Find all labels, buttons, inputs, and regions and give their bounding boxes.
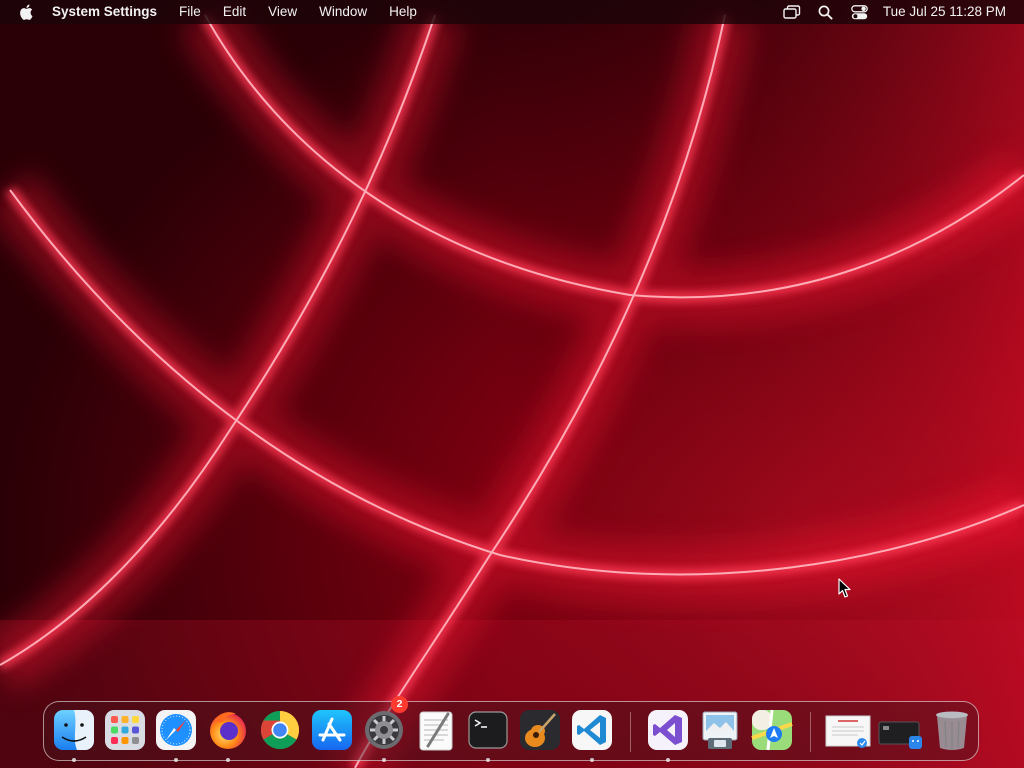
- document-stack-icon: [825, 715, 871, 748]
- menu-view[interactable]: View: [257, 0, 308, 24]
- menu-edit[interactable]: Edit: [212, 0, 257, 24]
- dock-stack-applications[interactable]: [877, 708, 925, 752]
- mouse-cursor-icon: [838, 578, 851, 598]
- control-center-icon[interactable]: [843, 0, 877, 24]
- dock-app-textedit[interactable]: [414, 708, 458, 752]
- dock-app-vscode[interactable]: [570, 708, 614, 762]
- dock: 2: [43, 696, 979, 762]
- dock-app-visual-studio[interactable]: [646, 708, 690, 762]
- menu-window[interactable]: Window: [308, 0, 378, 24]
- dock-app-maps[interactable]: [750, 708, 794, 752]
- dock-app-terminal[interactable]: [466, 708, 510, 762]
- dock-app-system-settings[interactable]: 2: [362, 696, 408, 762]
- menu-bar: System Settings File Edit View Window He…: [0, 0, 1024, 24]
- screen-mirroring-icon[interactable]: [775, 0, 809, 24]
- app-menu-system-settings[interactable]: System Settings: [52, 0, 168, 24]
- dock-app-trash[interactable]: [930, 708, 974, 752]
- safari-icon: [156, 710, 196, 750]
- dock-app-firefox[interactable]: [206, 708, 250, 762]
- dock-app-garageband[interactable]: [518, 708, 562, 752]
- menu-help[interactable]: Help: [378, 0, 428, 24]
- menu-bar-clock[interactable]: Tue Jul 25 11:28 PM: [877, 0, 1024, 24]
- firefox-icon: [210, 712, 246, 749]
- terminal-icon: [468, 711, 508, 749]
- dock-app-preview[interactable]: [698, 708, 742, 752]
- maps-icon: [751, 709, 793, 751]
- apps-stack-icon: [878, 721, 922, 749]
- desktop-wallpaper: [0, 0, 1024, 768]
- dock-stack-document[interactable]: [824, 708, 872, 752]
- textedit-icon: [419, 711, 453, 751]
- running-indicator: [590, 758, 594, 762]
- dock-separator: [630, 712, 631, 752]
- dock-app-safari[interactable]: [154, 708, 198, 762]
- visual-studio-icon: [648, 710, 688, 750]
- running-indicator: [382, 758, 386, 762]
- dock-app-launchpad[interactable]: [103, 708, 147, 752]
- dock-app-app-store[interactable]: [310, 708, 354, 752]
- garageband-icon: [520, 710, 560, 750]
- menu-file[interactable]: File: [168, 0, 212, 24]
- finder-icon: [54, 710, 94, 750]
- dock-app-chrome[interactable]: [258, 708, 302, 752]
- running-indicator: [72, 758, 76, 762]
- apple-menu-icon[interactable]: [0, 0, 52, 24]
- dock-app-finder[interactable]: [52, 708, 96, 762]
- dock-separator: [810, 712, 811, 752]
- running-indicator: [174, 758, 178, 762]
- running-indicator: [226, 758, 230, 762]
- running-indicator: [666, 758, 670, 762]
- vscode-icon: [572, 710, 612, 750]
- chrome-icon: [260, 710, 300, 750]
- preview-icon: [702, 711, 738, 749]
- notification-badge: 2: [391, 696, 408, 713]
- search-icon[interactable]: [809, 0, 843, 24]
- trash-icon: [936, 711, 968, 750]
- running-indicator: [486, 758, 490, 762]
- system-settings-icon: [365, 711, 403, 749]
- app-store-icon: [312, 710, 352, 750]
- launchpad-icon: [105, 710, 145, 750]
